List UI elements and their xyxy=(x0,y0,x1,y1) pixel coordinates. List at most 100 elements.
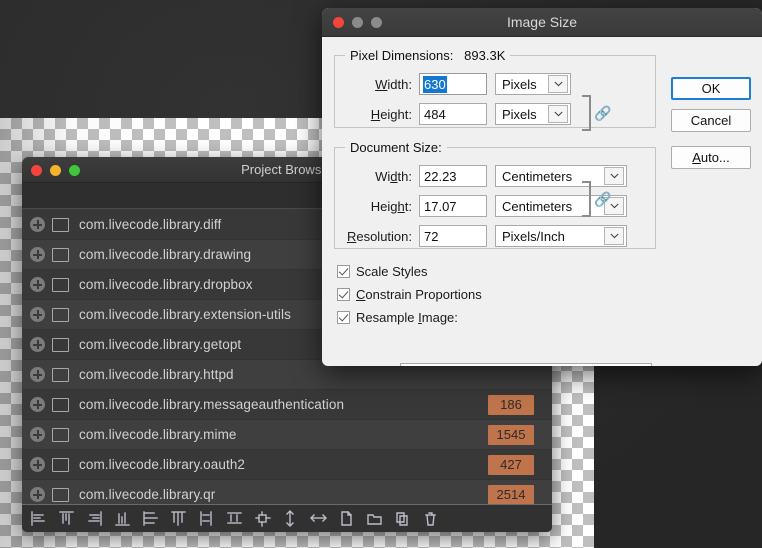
align-center-horizontal-icon[interactable] xyxy=(198,510,215,527)
expand-icon[interactable] xyxy=(30,367,45,382)
project-browser-toolbar[interactable] xyxy=(22,504,552,532)
dialog-title: Image Size xyxy=(506,14,578,30)
chevron-down-icon[interactable] xyxy=(604,227,624,245)
pixel-dimensions-size: 893.3K xyxy=(464,48,506,63)
link-chain-icon: 🔗 xyxy=(594,191,612,207)
list-item-label: com.livecode.library.dropbox xyxy=(79,277,253,292)
dialog-titlebar[interactable]: Image Size xyxy=(322,8,762,37)
align-center-vertical-icon[interactable] xyxy=(226,510,243,527)
list-item-label: com.livecode.library.messageauthenticati… xyxy=(79,397,345,412)
list-item-label: com.livecode.library.qr xyxy=(79,487,216,502)
desktop-canvas: Project Browser com.livecode.library.dif… xyxy=(0,0,762,548)
stack-icon xyxy=(52,367,69,382)
list-item-label: com.livecode.library.getopt xyxy=(79,337,242,352)
expand-icon[interactable] xyxy=(30,487,45,502)
doc-resolution-unit-select[interactable]: Pixels/Inch xyxy=(495,225,627,247)
stack-icon xyxy=(52,277,69,292)
stack-icon xyxy=(52,307,69,322)
pixel-width-unit-value: Pixels xyxy=(502,76,537,92)
doc-height-label: Height: xyxy=(370,198,412,214)
expand-icon[interactable] xyxy=(30,457,45,472)
stack-icon xyxy=(52,457,69,472)
pixel-width-row: Width: 630 Pixels xyxy=(345,71,645,97)
pixel-dimensions-legend: Pixel Dimensions: 893.3K xyxy=(345,48,510,63)
chevron-down-icon[interactable] xyxy=(548,105,568,123)
pixel-height-label: Height: xyxy=(370,106,412,122)
list-item[interactable]: com.livecode.library.qr 2514 xyxy=(22,480,552,504)
dialog-button-column: OK Cancel Auto... xyxy=(671,77,751,178)
pixel-dimensions-label: Pixel Dimensions: xyxy=(350,48,454,63)
resample-image-row[interactable]: Resample Image: xyxy=(334,307,750,328)
document-constrain-chain: 🔗 xyxy=(582,181,611,217)
cancel-button[interactable]: Cancel xyxy=(671,109,751,132)
open-folder-icon[interactable] xyxy=(366,510,383,527)
chevron-down-icon[interactable] xyxy=(548,75,568,93)
distribute-horizontal-icon[interactable] xyxy=(142,510,159,527)
image-size-dialog[interactable]: Image Size Pixel Dimensions: 893.3K Widt… xyxy=(322,8,762,366)
pixel-width-unit-select[interactable]: Pixels xyxy=(495,73,571,95)
stack-icon xyxy=(52,397,69,412)
distribute-vertical-icon[interactable] xyxy=(170,510,187,527)
align-right-icon[interactable] xyxy=(86,510,103,527)
expand-icon[interactable] xyxy=(30,427,45,442)
doc-resolution-input[interactable] xyxy=(419,225,487,247)
constrain-proportions-label: Constrain Proportions xyxy=(356,287,482,302)
expand-icon[interactable] xyxy=(30,397,45,412)
pixel-height-unit-select[interactable]: Pixels xyxy=(495,103,571,125)
document-size-group: Document Size: Width: Centimeters Height… xyxy=(334,140,656,249)
doc-height-input[interactable] xyxy=(419,195,487,217)
scale-styles-row[interactable]: Scale Styles xyxy=(334,261,750,282)
expand-icon[interactable] xyxy=(30,337,45,352)
doc-width-input[interactable] xyxy=(419,165,487,187)
list-item-label: com.livecode.library.diff xyxy=(79,217,222,232)
status-badge: 186 xyxy=(488,395,534,415)
ok-button[interactable]: OK xyxy=(671,77,751,100)
resample-method-select[interactable]: Bicubic Automatic xyxy=(400,363,652,366)
scale-styles-label: Scale Styles xyxy=(356,264,428,279)
scale-styles-checkbox[interactable] xyxy=(337,265,350,278)
stack-icon xyxy=(52,487,69,502)
list-item-label: com.livecode.library.httpd xyxy=(79,367,234,382)
pixel-width-value: 630 xyxy=(423,76,447,93)
pixel-constrain-chain: 🔗 xyxy=(582,95,611,131)
align-bottom-icon[interactable] xyxy=(114,510,131,527)
list-item[interactable]: com.livecode.library.oauth2 427 xyxy=(22,450,552,480)
auto-button[interactable]: Auto... xyxy=(671,146,751,169)
duplicate-icon[interactable] xyxy=(394,510,411,527)
expand-icon[interactable] xyxy=(30,277,45,292)
resample-image-checkbox[interactable] xyxy=(337,311,350,324)
resize-width-icon[interactable] xyxy=(310,510,327,527)
distribute-spacing-icon[interactable] xyxy=(254,510,271,527)
pixel-height-unit-value: Pixels xyxy=(502,106,537,122)
constrain-proportions-checkbox[interactable] xyxy=(337,288,350,301)
doc-resolution-unit-value: Pixels/Inch xyxy=(502,228,565,244)
pixel-dimensions-group: Pixel Dimensions: 893.3K Width: 630 Pixe… xyxy=(334,48,656,131)
pixel-width-input[interactable]: 630 xyxy=(419,73,487,95)
list-item[interactable]: com.livecode.library.messageauthenticati… xyxy=(22,390,552,420)
constrain-proportions-row[interactable]: Constrain Proportions xyxy=(334,284,750,305)
resize-height-icon[interactable] xyxy=(282,510,299,527)
expand-icon[interactable] xyxy=(30,217,45,232)
resample-image-label: Resample Image: xyxy=(356,310,458,325)
status-badge: 427 xyxy=(488,455,534,475)
align-left-icon[interactable] xyxy=(30,510,47,527)
expand-icon[interactable] xyxy=(30,247,45,262)
document-size-legend: Document Size: xyxy=(350,140,442,155)
bracket-shape xyxy=(582,181,591,217)
stack-icon xyxy=(52,337,69,352)
link-chain-icon: 🔗 xyxy=(594,105,612,121)
list-item[interactable]: com.livecode.library.mime 1545 xyxy=(22,420,552,450)
chevron-down-icon[interactable] xyxy=(629,365,649,366)
delete-icon[interactable] xyxy=(422,510,439,527)
pixel-height-input[interactable] xyxy=(419,103,487,125)
pixel-width-label: Width: xyxy=(375,76,412,92)
align-top-icon[interactable] xyxy=(58,510,75,527)
new-file-icon[interactable] xyxy=(338,510,355,527)
list-item-label: com.livecode.library.mime xyxy=(79,427,237,442)
bracket-shape xyxy=(582,95,591,131)
expand-icon[interactable] xyxy=(30,307,45,322)
doc-resolution-row: Resolution: Pixels/Inch xyxy=(345,223,645,249)
list-item-label: com.livecode.library.extension-utils xyxy=(79,307,291,322)
doc-width-label: Width: xyxy=(375,168,412,184)
stack-icon xyxy=(52,427,69,442)
